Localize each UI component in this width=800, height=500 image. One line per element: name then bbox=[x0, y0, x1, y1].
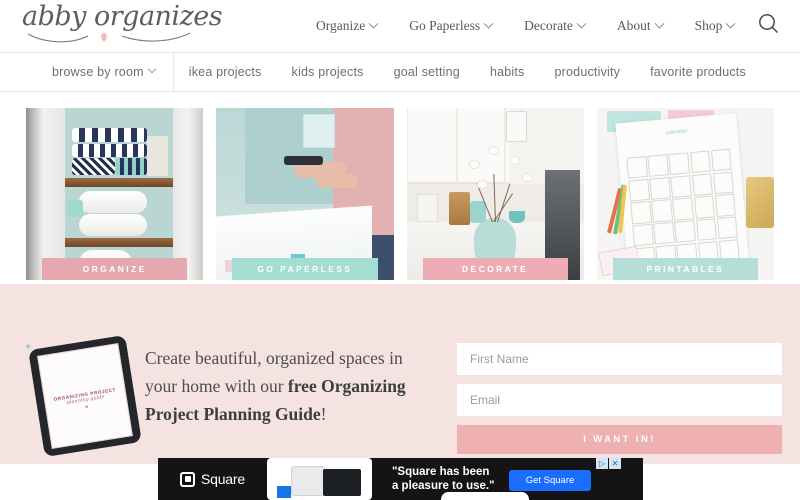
search-button[interactable] bbox=[756, 11, 782, 37]
category-card-organize[interactable]: ORGANIZE bbox=[26, 108, 204, 280]
card-image-linen-closet bbox=[26, 108, 204, 280]
ad-brand-name: Square bbox=[201, 471, 245, 487]
subnav-label: goal setting bbox=[393, 65, 460, 79]
subnav-label: kids projects bbox=[291, 65, 364, 79]
ad-choices-controls: ▷ ✕ bbox=[596, 458, 621, 469]
i-want-in-button[interactable]: I WANT IN! bbox=[457, 425, 782, 454]
chevron-down-icon bbox=[725, 18, 736, 29]
optin-headline-end: ! bbox=[320, 404, 327, 424]
primary-nav: Organize Go Paperless Decorate About Sho… bbox=[300, 0, 750, 52]
card-image-person-with-phone bbox=[216, 108, 394, 280]
subnav-label: productivity bbox=[554, 65, 621, 79]
ad-quote-line-1: "Square has been bbox=[391, 466, 490, 478]
subnav-item-goal-setting[interactable]: goal setting bbox=[379, 53, 475, 91]
subnav-item-browse-by-room[interactable]: browse by room bbox=[34, 53, 174, 91]
ad-product-image bbox=[266, 458, 372, 500]
email-field[interactable] bbox=[457, 384, 782, 416]
logo-swash-heart-icon bbox=[27, 32, 191, 43]
ad-quote-line-2: a pleasure to use." bbox=[391, 480, 495, 492]
nav-item-decorate[interactable]: Decorate bbox=[508, 18, 601, 34]
nav-label: About bbox=[616, 18, 651, 33]
subnav-item-kids-projects[interactable]: kids projects bbox=[277, 53, 379, 91]
subnav-label: ikea projects bbox=[188, 65, 262, 79]
calendar-title: calendar bbox=[664, 128, 688, 137]
chevron-down-icon bbox=[368, 18, 379, 29]
card-label-printables[interactable]: PRINTABLES bbox=[612, 258, 758, 280]
ad-brand-logo: Square bbox=[180, 471, 245, 487]
planning-guide-device-image: ORGANIZING PROJECT planning guide ♥ bbox=[28, 334, 142, 458]
first-name-field[interactable] bbox=[457, 343, 782, 375]
search-icon bbox=[759, 14, 779, 34]
page-root: abby organizes Organize Go Paperless Dec… bbox=[0, 0, 800, 500]
card-image-printable-calendar: calendar bbox=[596, 108, 774, 280]
category-card-printables[interactable]: calendar PRINTABLES bbox=[596, 108, 774, 280]
subnav-label: browse by room bbox=[52, 65, 144, 79]
nav-item-shop[interactable]: Shop bbox=[679, 18, 751, 34]
subnav-item-ikea-projects[interactable]: ikea projects bbox=[174, 53, 277, 91]
category-card-decorate[interactable]: DECORATE bbox=[406, 108, 584, 280]
site-header: abby organizes Organize Go Paperless Dec… bbox=[0, 0, 800, 52]
card-label-decorate[interactable]: DECORATE bbox=[422, 258, 568, 280]
category-card-grid: ORGANIZE GO PAPERLESS DECORATE calendar … bbox=[0, 92, 800, 284]
adchoices-icon[interactable]: ▷ bbox=[596, 458, 608, 469]
subnav-item-habits[interactable]: habits bbox=[475, 53, 540, 91]
ad-secondary-button[interactable] bbox=[441, 492, 529, 500]
card-label-organize[interactable]: ORGANIZE bbox=[42, 258, 188, 280]
nav-label: Shop bbox=[694, 18, 723, 33]
square-logo-icon bbox=[180, 471, 195, 487]
subnav-label: habits bbox=[489, 65, 525, 79]
advertisement-banner[interactable]: Square "Square has been a pleasure to us… bbox=[158, 458, 643, 500]
ad-quote: "Square has been a pleasure to use." bbox=[392, 465, 495, 493]
nav-label: Organize bbox=[316, 18, 366, 33]
subnav-item-productivity[interactable]: productivity bbox=[540, 53, 636, 91]
subnav-item-favorite-products[interactable]: favorite products bbox=[635, 53, 761, 91]
card-image-kitchen-vase bbox=[406, 108, 584, 280]
nav-item-organize[interactable]: Organize bbox=[300, 18, 393, 34]
newsletter-form: I WANT IN! bbox=[457, 343, 782, 454]
category-card-go-paperless[interactable]: GO PAPERLESS bbox=[216, 108, 394, 280]
nav-item-go-paperless[interactable]: Go Paperless bbox=[393, 18, 508, 34]
chevron-down-icon bbox=[483, 18, 494, 29]
chevron-down-icon bbox=[576, 18, 587, 29]
secondary-nav: browse by room ikea projects kids projec… bbox=[0, 52, 800, 92]
card-label-go-paperless[interactable]: GO PAPERLESS bbox=[232, 258, 378, 280]
chevron-down-icon bbox=[654, 18, 665, 29]
nav-label: Go Paperless bbox=[409, 18, 481, 33]
optin-headline: Create beautiful, organized spaces in yo… bbox=[145, 344, 425, 428]
get-square-button[interactable]: Get Square bbox=[509, 470, 591, 491]
subnav-label: favorite products bbox=[650, 65, 746, 79]
chevron-down-icon bbox=[147, 64, 156, 74]
nav-item-about[interactable]: About bbox=[601, 18, 679, 34]
nav-label: Decorate bbox=[524, 18, 573, 33]
close-icon[interactable]: ✕ bbox=[609, 458, 621, 469]
site-logo[interactable]: abby organizes bbox=[22, 2, 223, 48]
